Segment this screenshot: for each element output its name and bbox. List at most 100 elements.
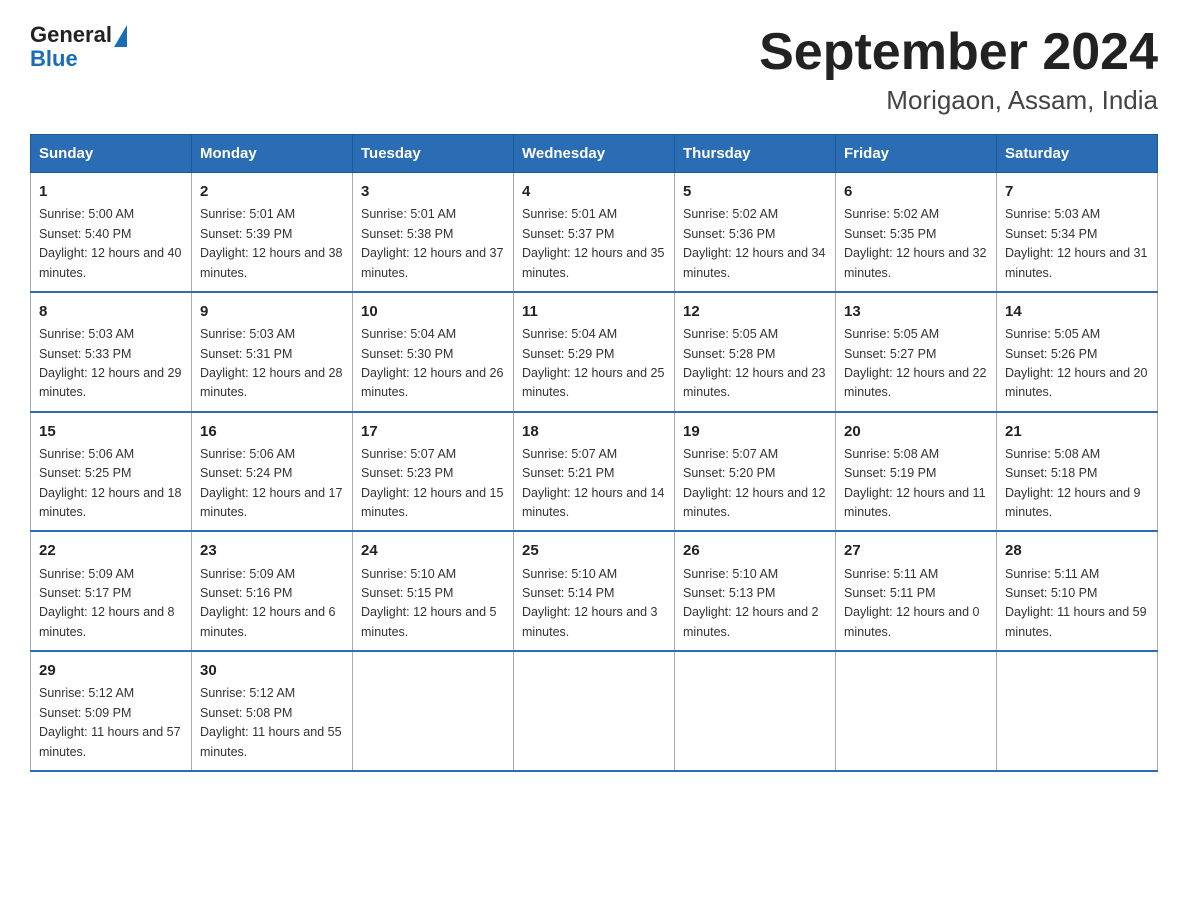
logo-area: General Blue <box>30 24 129 72</box>
logo-blue-text: Blue <box>30 46 78 72</box>
header-saturday: Saturday <box>997 135 1158 173</box>
calendar-cell: 2 Sunrise: 5:01 AMSunset: 5:39 PMDayligh… <box>192 173 353 292</box>
calendar-week-1: 1 Sunrise: 5:00 AMSunset: 5:40 PMDayligh… <box>31 173 1158 292</box>
header-monday: Monday <box>192 135 353 173</box>
calendar-cell: 3 Sunrise: 5:01 AMSunset: 5:38 PMDayligh… <box>353 173 514 292</box>
day-number: 27 <box>844 539 988 562</box>
day-info: Sunrise: 5:12 AMSunset: 5:09 PMDaylight:… <box>39 686 181 758</box>
day-number: 29 <box>39 659 183 682</box>
day-number: 4 <box>522 180 666 203</box>
day-number: 10 <box>361 300 505 323</box>
calendar-cell: 9 Sunrise: 5:03 AMSunset: 5:31 PMDayligh… <box>192 292 353 412</box>
calendar-cell: 22 Sunrise: 5:09 AMSunset: 5:17 PMDaylig… <box>31 531 192 651</box>
day-info: Sunrise: 5:03 AMSunset: 5:31 PMDaylight:… <box>200 327 342 399</box>
day-number: 3 <box>361 180 505 203</box>
header-thursday: Thursday <box>675 135 836 173</box>
day-number: 26 <box>683 539 827 562</box>
day-number: 9 <box>200 300 344 323</box>
calendar-cell: 4 Sunrise: 5:01 AMSunset: 5:37 PMDayligh… <box>514 173 675 292</box>
day-number: 6 <box>844 180 988 203</box>
day-info: Sunrise: 5:10 AMSunset: 5:15 PMDaylight:… <box>361 567 497 639</box>
calendar-body: 1 Sunrise: 5:00 AMSunset: 5:40 PMDayligh… <box>31 173 1158 771</box>
header-wednesday: Wednesday <box>514 135 675 173</box>
day-number: 11 <box>522 300 666 323</box>
calendar-cell: 6 Sunrise: 5:02 AMSunset: 5:35 PMDayligh… <box>836 173 997 292</box>
day-info: Sunrise: 5:01 AMSunset: 5:38 PMDaylight:… <box>361 207 503 279</box>
day-number: 25 <box>522 539 666 562</box>
calendar-table: Sunday Monday Tuesday Wednesday Thursday… <box>30 134 1158 772</box>
calendar-cell: 13 Sunrise: 5:05 AMSunset: 5:27 PMDaylig… <box>836 292 997 412</box>
weekday-header-row: Sunday Monday Tuesday Wednesday Thursday… <box>31 135 1158 173</box>
day-number: 19 <box>683 420 827 443</box>
calendar-cell: 21 Sunrise: 5:08 AMSunset: 5:18 PMDaylig… <box>997 412 1158 532</box>
day-number: 22 <box>39 539 183 562</box>
calendar-cell: 5 Sunrise: 5:02 AMSunset: 5:36 PMDayligh… <box>675 173 836 292</box>
calendar-cell: 14 Sunrise: 5:05 AMSunset: 5:26 PMDaylig… <box>997 292 1158 412</box>
calendar-week-2: 8 Sunrise: 5:03 AMSunset: 5:33 PMDayligh… <box>31 292 1158 412</box>
day-info: Sunrise: 5:11 AMSunset: 5:11 PMDaylight:… <box>844 567 980 639</box>
day-info: Sunrise: 5:05 AMSunset: 5:27 PMDaylight:… <box>844 327 986 399</box>
day-info: Sunrise: 5:08 AMSunset: 5:19 PMDaylight:… <box>844 447 986 519</box>
calendar-cell: 7 Sunrise: 5:03 AMSunset: 5:34 PMDayligh… <box>997 173 1158 292</box>
day-number: 18 <box>522 420 666 443</box>
day-number: 24 <box>361 539 505 562</box>
logo-triangle-icon <box>114 25 127 47</box>
day-info: Sunrise: 5:09 AMSunset: 5:16 PMDaylight:… <box>200 567 336 639</box>
day-number: 7 <box>1005 180 1149 203</box>
day-number: 13 <box>844 300 988 323</box>
page-subtitle: Morigaon, Assam, India <box>759 85 1158 116</box>
day-info: Sunrise: 5:06 AMSunset: 5:25 PMDaylight:… <box>39 447 181 519</box>
calendar-cell: 23 Sunrise: 5:09 AMSunset: 5:16 PMDaylig… <box>192 531 353 651</box>
calendar-cell: 1 Sunrise: 5:00 AMSunset: 5:40 PMDayligh… <box>31 173 192 292</box>
calendar-cell: 16 Sunrise: 5:06 AMSunset: 5:24 PMDaylig… <box>192 412 353 532</box>
header-friday: Friday <box>836 135 997 173</box>
calendar-cell: 12 Sunrise: 5:05 AMSunset: 5:28 PMDaylig… <box>675 292 836 412</box>
calendar-cell <box>997 651 1158 771</box>
calendar-cell: 30 Sunrise: 5:12 AMSunset: 5:08 PMDaylig… <box>192 651 353 771</box>
calendar-cell: 17 Sunrise: 5:07 AMSunset: 5:23 PMDaylig… <box>353 412 514 532</box>
calendar-cell: 24 Sunrise: 5:10 AMSunset: 5:15 PMDaylig… <box>353 531 514 651</box>
day-info: Sunrise: 5:07 AMSunset: 5:21 PMDaylight:… <box>522 447 664 519</box>
day-info: Sunrise: 5:06 AMSunset: 5:24 PMDaylight:… <box>200 447 342 519</box>
day-info: Sunrise: 5:05 AMSunset: 5:26 PMDaylight:… <box>1005 327 1147 399</box>
day-number: 16 <box>200 420 344 443</box>
page-header: General Blue September 2024 Morigaon, As… <box>30 24 1158 116</box>
day-info: Sunrise: 5:08 AMSunset: 5:18 PMDaylight:… <box>1005 447 1141 519</box>
day-number: 20 <box>844 420 988 443</box>
day-info: Sunrise: 5:05 AMSunset: 5:28 PMDaylight:… <box>683 327 825 399</box>
day-number: 14 <box>1005 300 1149 323</box>
day-number: 28 <box>1005 539 1149 562</box>
day-info: Sunrise: 5:00 AMSunset: 5:40 PMDaylight:… <box>39 207 181 279</box>
calendar-cell: 15 Sunrise: 5:06 AMSunset: 5:25 PMDaylig… <box>31 412 192 532</box>
day-info: Sunrise: 5:03 AMSunset: 5:34 PMDaylight:… <box>1005 207 1147 279</box>
calendar-cell: 25 Sunrise: 5:10 AMSunset: 5:14 PMDaylig… <box>514 531 675 651</box>
day-number: 12 <box>683 300 827 323</box>
calendar-cell: 29 Sunrise: 5:12 AMSunset: 5:09 PMDaylig… <box>31 651 192 771</box>
day-number: 23 <box>200 539 344 562</box>
day-number: 21 <box>1005 420 1149 443</box>
calendar-cell <box>353 651 514 771</box>
day-info: Sunrise: 5:04 AMSunset: 5:29 PMDaylight:… <box>522 327 664 399</box>
calendar-header: Sunday Monday Tuesday Wednesday Thursday… <box>31 135 1158 173</box>
calendar-cell <box>514 651 675 771</box>
title-area: September 2024 Morigaon, Assam, India <box>759 24 1158 116</box>
calendar-cell: 11 Sunrise: 5:04 AMSunset: 5:29 PMDaylig… <box>514 292 675 412</box>
calendar-week-5: 29 Sunrise: 5:12 AMSunset: 5:09 PMDaylig… <box>31 651 1158 771</box>
calendar-cell: 26 Sunrise: 5:10 AMSunset: 5:13 PMDaylig… <box>675 531 836 651</box>
logo: General <box>30 24 129 46</box>
calendar-cell: 8 Sunrise: 5:03 AMSunset: 5:33 PMDayligh… <box>31 292 192 412</box>
calendar-cell <box>675 651 836 771</box>
day-number: 15 <box>39 420 183 443</box>
day-info: Sunrise: 5:11 AMSunset: 5:10 PMDaylight:… <box>1005 567 1147 639</box>
day-info: Sunrise: 5:07 AMSunset: 5:23 PMDaylight:… <box>361 447 503 519</box>
day-info: Sunrise: 5:09 AMSunset: 5:17 PMDaylight:… <box>39 567 175 639</box>
day-number: 1 <box>39 180 183 203</box>
header-sunday: Sunday <box>31 135 192 173</box>
day-info: Sunrise: 5:10 AMSunset: 5:14 PMDaylight:… <box>522 567 658 639</box>
day-info: Sunrise: 5:12 AMSunset: 5:08 PMDaylight:… <box>200 686 342 758</box>
calendar-week-3: 15 Sunrise: 5:06 AMSunset: 5:25 PMDaylig… <box>31 412 1158 532</box>
calendar-cell: 28 Sunrise: 5:11 AMSunset: 5:10 PMDaylig… <box>997 531 1158 651</box>
day-number: 17 <box>361 420 505 443</box>
day-info: Sunrise: 5:07 AMSunset: 5:20 PMDaylight:… <box>683 447 825 519</box>
day-info: Sunrise: 5:02 AMSunset: 5:36 PMDaylight:… <box>683 207 825 279</box>
